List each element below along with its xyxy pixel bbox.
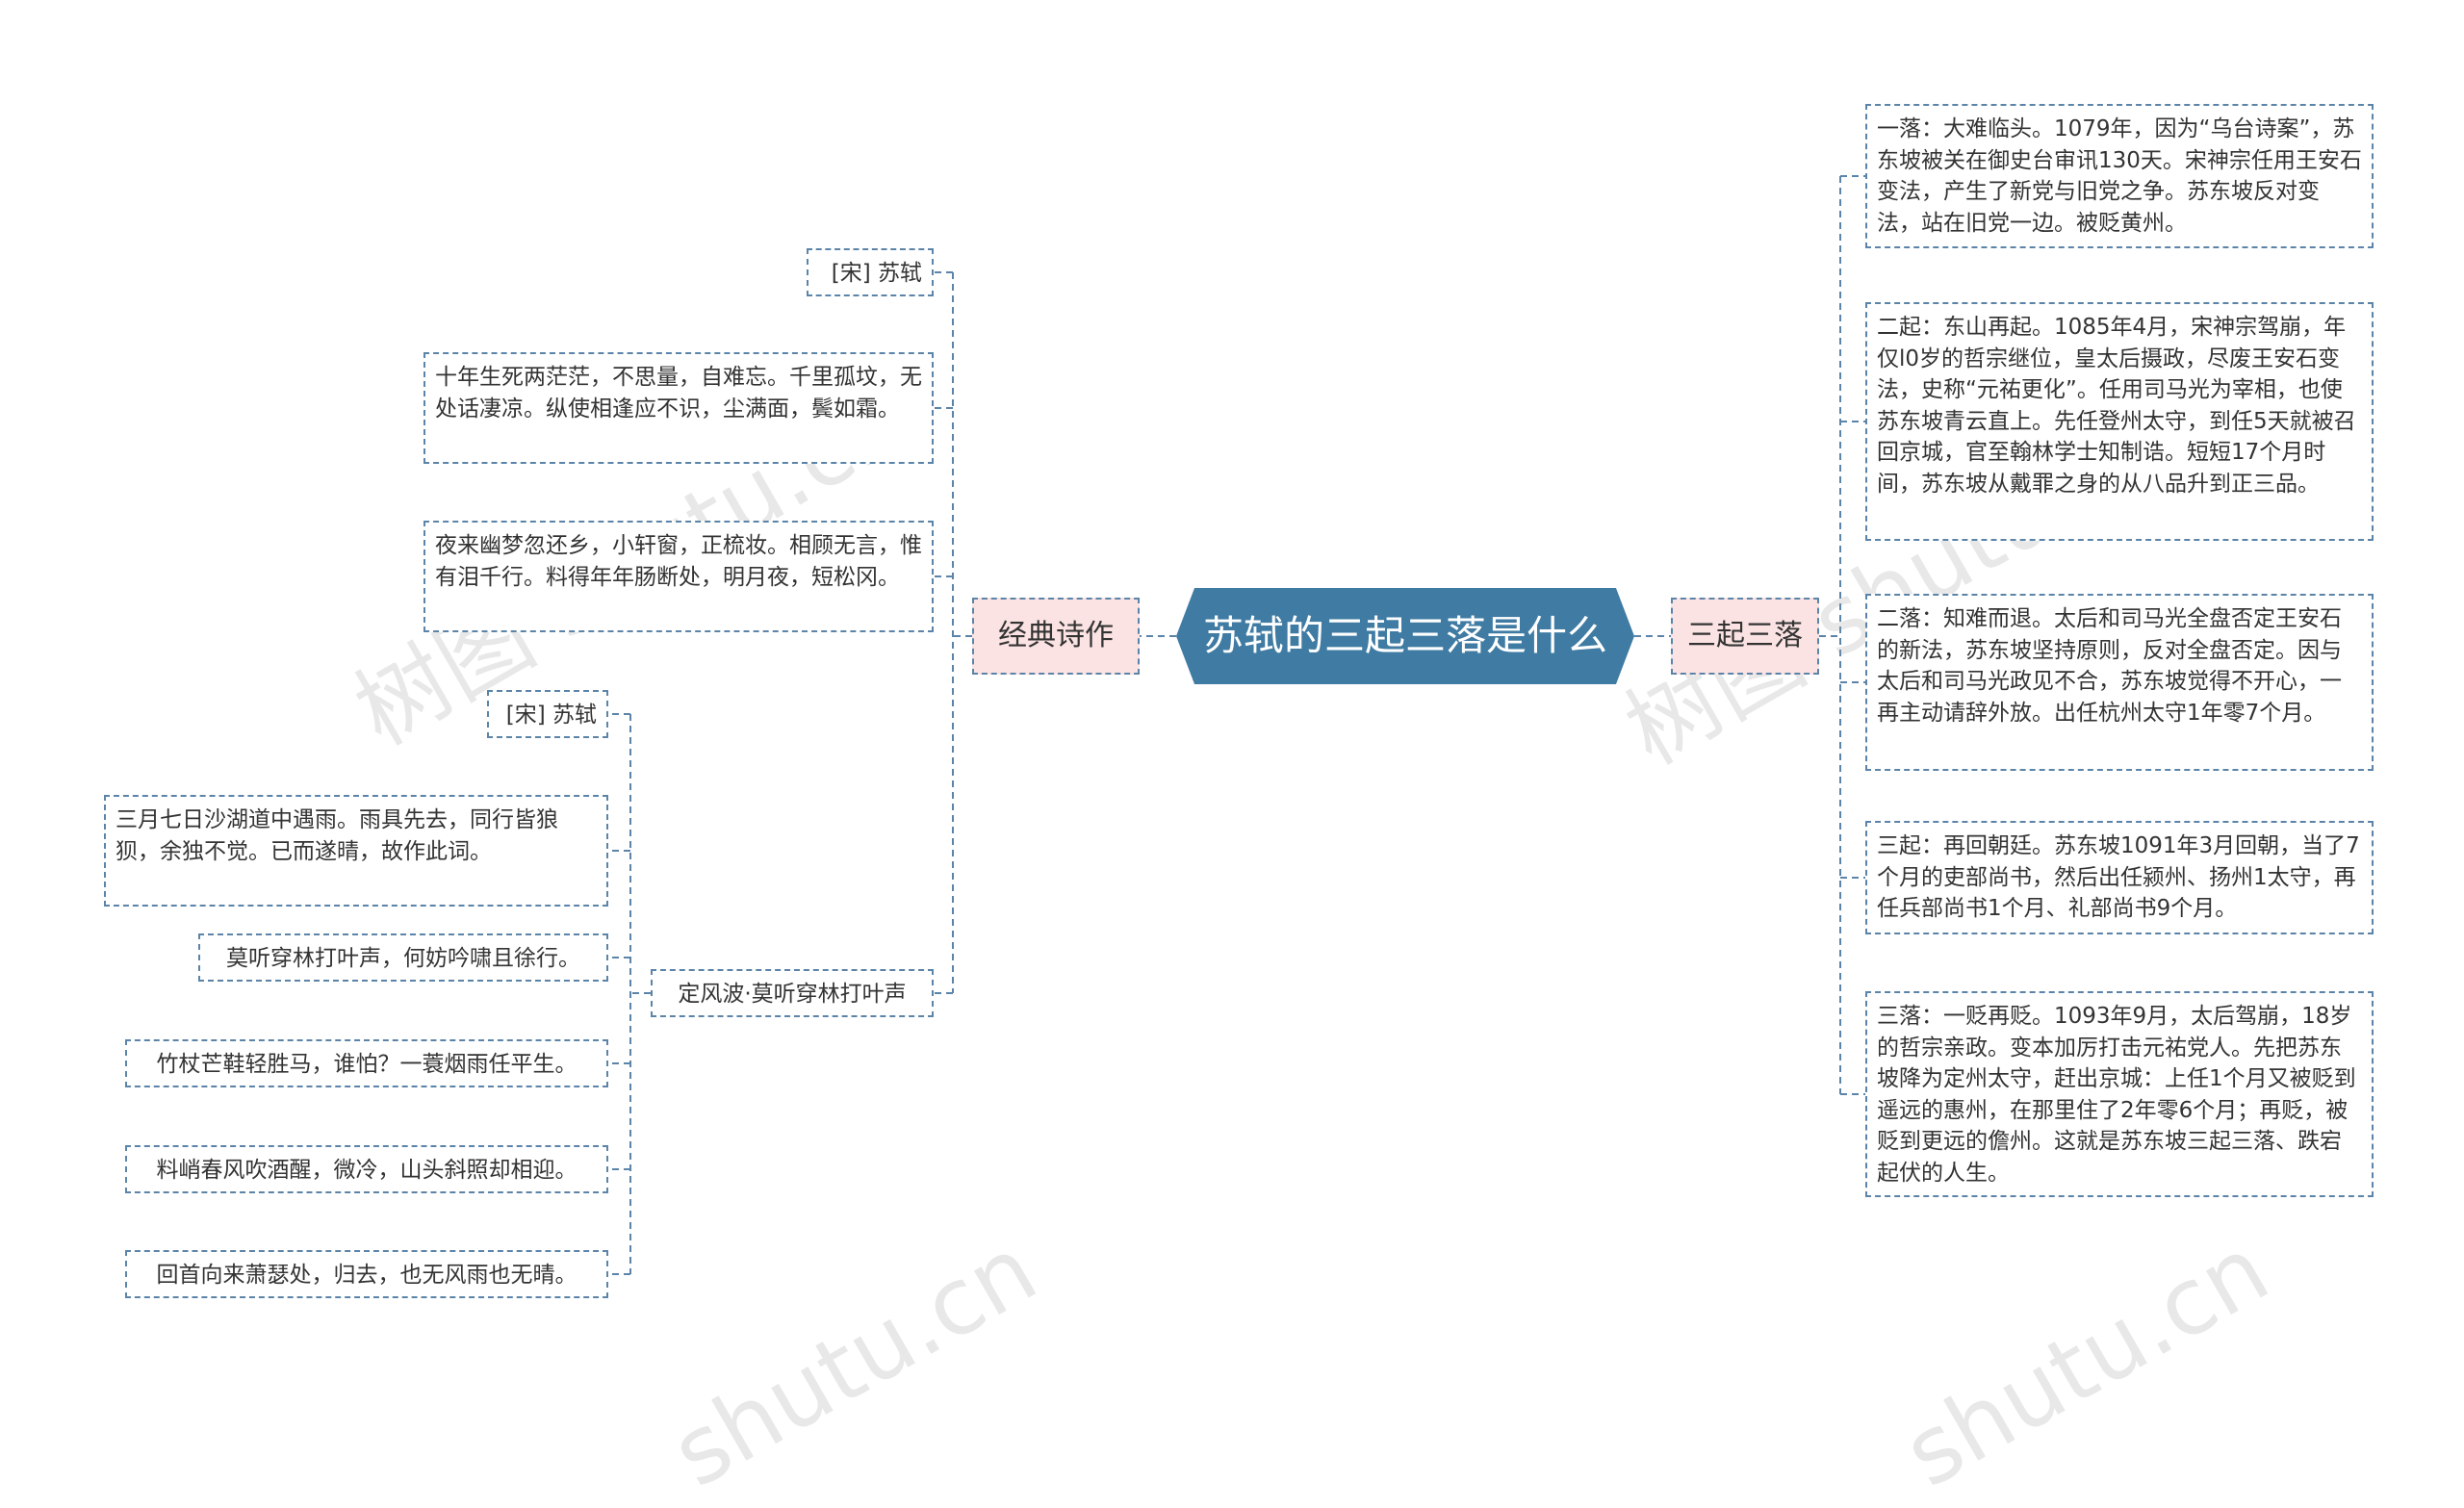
poem2-preface[interactable]: 三月七日沙湖道中遇雨。雨具先去，同行皆狼狈，余独不觉。已而遂晴，故作此词。 [104, 795, 608, 907]
poem1-author[interactable]: [宋] 苏轼 [807, 248, 934, 296]
stage-third-rise[interactable]: 三起：再回朝廷。苏东坡1091年3月回朝，当了7个月的吏部尚书，然后出任颍州、扬… [1865, 821, 2374, 934]
poem1-stanza-2[interactable]: 夜来幽梦忽还乡，小轩窗，正梳妆。相顾无言，惟有泪千行。料得年年肠断处，明月夜，短… [424, 521, 934, 632]
branch-classic-poems[interactable]: 经典诗作 [972, 598, 1140, 675]
stage-first-fall[interactable]: 一落：大难临头。1079年，因为“乌台诗案”，苏东坡被关在御史台审讯130天。宋… [1865, 104, 2374, 248]
stage-second-fall[interactable]: 二落：知难而退。太后和司马光全盘否定王安石的新法，苏东坡坚持原则，反对全盘否定。… [1865, 594, 2374, 771]
poem2-title[interactable]: 定风波·莫听穿林打叶声 [651, 969, 934, 1017]
poem2-line-1[interactable]: 莫听穿林打叶声，何妨吟啸且徐行。 [198, 933, 608, 982]
poem2-line-2[interactable]: 竹杖芒鞋轻胜马，谁怕？一蓑烟雨任平生。 [125, 1039, 608, 1087]
poem1-stanza-1[interactable]: 十年生死两茫茫，不思量，自难忘。千里孤坟，无处话凄凉。纵使相逢应不识，尘满面，鬓… [424, 352, 934, 464]
stage-second-rise[interactable]: 二起：东山再起。1085年4月，宋神宗驾崩，年仅l0岁的哲宗继位，皇太后摄政，尽… [1865, 302, 2374, 541]
root-topic[interactable]: 苏轼的三起三落是什么 [1176, 588, 1634, 684]
stage-third-fall[interactable]: 三落：一贬再贬。1093年9月，太后驾崩，18岁的哲宗亲政。变本加厉打击元祐党人… [1865, 991, 2374, 1197]
branch-three-ups-downs[interactable]: 三起三落 [1671, 598, 1819, 675]
poem2-author[interactable]: [宋] 苏轼 [487, 690, 608, 738]
poem2-line-3[interactable]: 料峭春风吹酒醒，微冷，山头斜照却相迎。 [125, 1145, 608, 1193]
poem2-line-4[interactable]: 回首向来萧瑟处，归去，也无风雨也无晴。 [125, 1250, 608, 1298]
